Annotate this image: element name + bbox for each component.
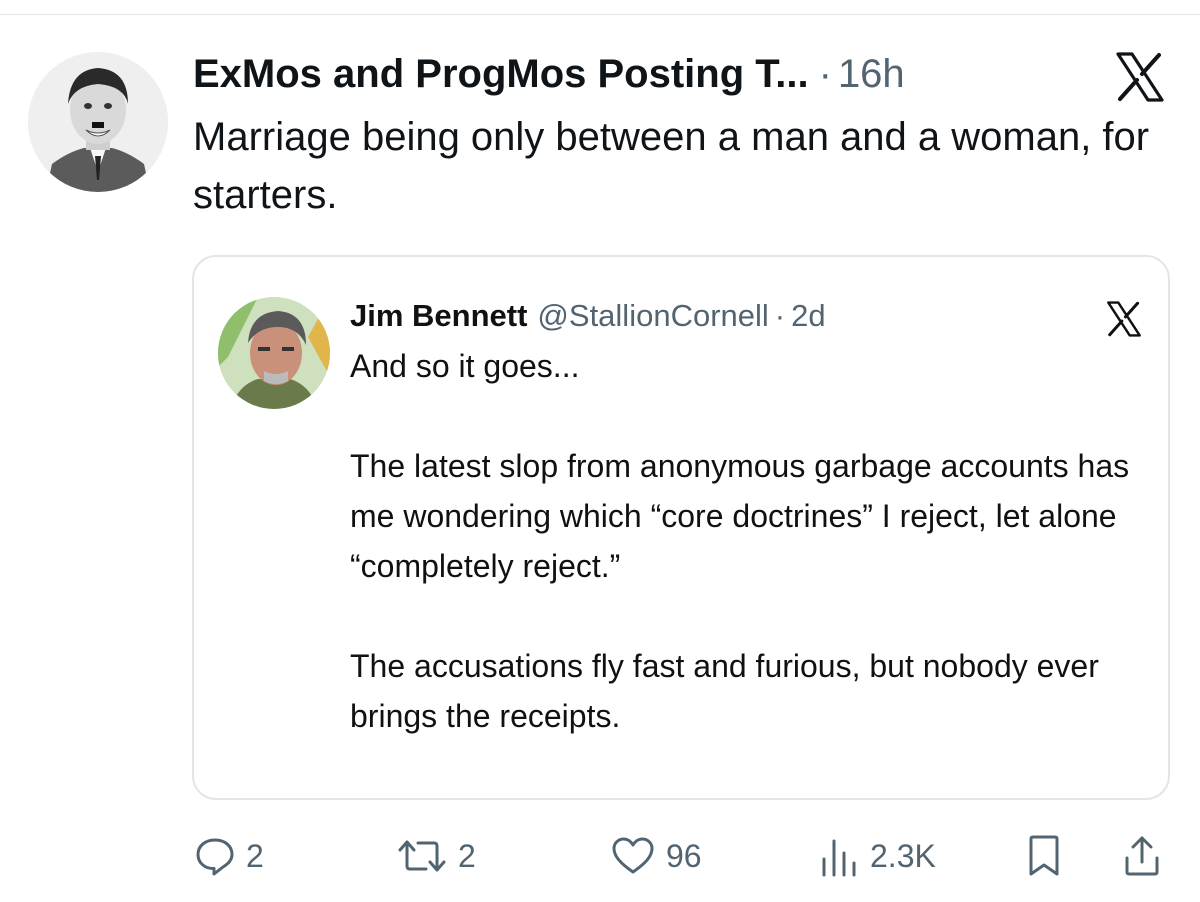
share-button[interactable] [1122,828,1162,884]
quoted-post-header: Jim Bennett @StallionCornell · 2d [350,293,826,339]
reply-count: 2 [246,837,264,874]
quoted-post-text: And so it goes... The latest slop from a… [350,341,1130,741]
quoted-paragraph: The accusations fly fast and furious, bu… [350,648,1099,734]
quoted-post-card[interactable]: Jim Bennett @StallionCornell · 2d And so… [192,255,1170,800]
repost-icon [396,835,448,877]
separator-dot: · [774,298,786,333]
quoted-post-timestamp[interactable]: 2d [791,298,825,334]
reply-button[interactable]: 2 [194,828,264,884]
repost-button[interactable]: 2 [396,828,476,884]
bookmark-button[interactable] [1026,828,1062,884]
author-avatar[interactable] [28,52,168,192]
quoted-paragraph: And so it goes... [350,348,580,384]
like-count: 96 [666,837,702,874]
views-icon [818,835,860,877]
quoted-author-handle[interactable]: @StallionCornell [537,298,768,334]
views-button[interactable]: 2.3K [818,828,936,884]
action-bar: 2 2 96 2.3K [0,828,1200,884]
x-logo-icon [1112,52,1168,102]
reply-icon [194,835,236,877]
quoted-author-name[interactable]: Jim Bennett [350,298,527,334]
post-author-name[interactable]: ExMos and ProgMos Posting T... [193,52,809,97]
like-button[interactable]: 96 [610,828,702,884]
post-timestamp[interactable]: 16h [838,52,905,97]
repost-count: 2 [458,837,476,874]
share-icon [1122,834,1162,878]
quoted-paragraph: The latest slop from anonymous garbage a… [350,448,1130,584]
quoted-author-avatar[interactable] [218,297,330,409]
separator-dot: · [818,51,832,96]
x-logo-icon [1104,301,1144,337]
bookmark-icon [1026,834,1062,878]
top-divider [0,14,1200,15]
post-header: ExMos and ProgMos Posting T... · 16h [193,46,905,102]
view-count: 2.3K [870,837,936,874]
post-text: Marriage being only between a man and a … [193,115,1150,217]
heart-icon [610,835,656,877]
